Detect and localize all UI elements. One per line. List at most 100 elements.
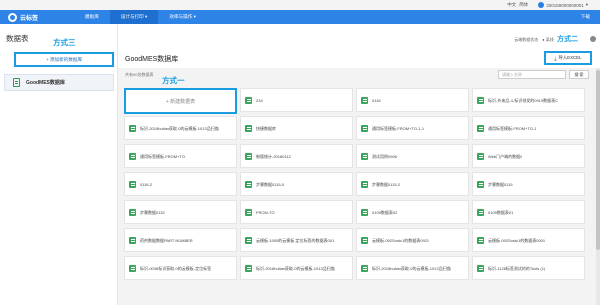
annotation-method-two: 方式二 <box>555 34 580 44</box>
table-tile[interactable]: 标识-2018hulian获取-0的云模板-1013品扫描 <box>356 256 469 280</box>
brand[interactable]: 云标签 <box>8 12 74 22</box>
table-icon <box>129 236 136 244</box>
main-navbar: 云标签 模板库 设计与打印 ▾ 效率与操作 ▾ 下载 <box>0 10 600 24</box>
table-tile[interactable]: 步骤数据0115-2 <box>356 172 469 196</box>
search-input[interactable]: 请输入名称 <box>498 70 566 79</box>
table-tile-label: 步骤数据0115 <box>488 181 513 187</box>
table-tile-label: 快捷数据库 <box>256 125 276 131</box>
language-alt[interactable]: 简体 <box>519 2 528 8</box>
table-tile-label: 通用标签模板-FROM+TO-1-1 <box>372 125 425 131</box>
table-tile[interactable]: 药剂数据数据PART NUMBER <box>124 228 237 252</box>
table-tile-label: 标识-外来品-4-标识领发的0919数据表C <box>488 97 559 103</box>
table-icon <box>245 264 252 272</box>
table-tile[interactable]: 0116 <box>356 88 469 112</box>
table-tile-label: 云模板-1900的云模板-定位标签的数据表001 <box>256 237 335 243</box>
user-id[interactable]: 330159000000001 <box>546 3 584 8</box>
table-icon <box>129 208 136 216</box>
table-tile-label: 步骤数据0115 <box>140 209 165 215</box>
table-tile-label: 步骤数据0115-0 <box>256 181 285 187</box>
import-excel-button[interactable]: ⤓ 导入EXCEL <box>544 51 592 65</box>
table-icon <box>245 96 252 104</box>
table-icon <box>245 180 252 188</box>
table-tile-label: 0116 <box>372 97 381 103</box>
new-table-button[interactable]: + 新建数据表 <box>124 88 237 114</box>
table-tile[interactable]: 0109数据表02 <box>356 200 469 224</box>
table-tile-label: 通用标签模板-FROM+TO-1 <box>488 125 537 131</box>
table-tile[interactable]: 234 <box>240 88 353 112</box>
user-menu[interactable]: 330159000000001 ▾ <box>538 2 588 8</box>
table-tile[interactable]: 通用标签模板-FROM+TO <box>124 144 237 168</box>
table-tile-label: 标识-2018hulian获取-0的云模板-1013品扫描 <box>140 125 219 131</box>
main-header: 云端数据状态 ● 离线 本 下载 开放 GoodMES数据库 方式二 ⤓ 导入E… <box>118 24 600 68</box>
table-tile[interactable]: 云模板-1900的云模板-定位标签的数据表001 <box>240 228 353 252</box>
table-tile[interactable]: FROM-TO <box>240 200 353 224</box>
table-tile[interactable]: 云模板-092Sostc1的数据表0001 <box>472 228 585 252</box>
table-icon <box>477 124 484 132</box>
table-icon <box>477 152 484 160</box>
table-tile[interactable]: 标识-外来品-4-标识领发的0919数据表C <box>472 88 585 112</box>
table-icon <box>477 236 484 244</box>
top-utility-bar: 中文 简体 330159000000001 ▾ <box>0 0 600 10</box>
brand-name: 云标签 <box>20 15 39 22</box>
nav-item-efficiency[interactable]: 效率与操作 ▾ <box>158 10 207 24</box>
table-icon <box>477 180 484 188</box>
table-tile-label: 0109数据表02 <box>372 209 398 215</box>
table-tile[interactable]: 通用标签模板-FROM+TO-1-1 <box>356 116 469 140</box>
page-title: GoodMES数据库 <box>125 56 179 63</box>
settings-icon[interactable] <box>590 36 596 42</box>
table-tile-label: 标识-2018hulian获取-0的云模板-1013品扫描 <box>256 265 335 271</box>
language-label[interactable]: 中文 <box>507 2 516 8</box>
sidebar-item-label: GoodMES数据库 <box>26 80 65 86</box>
table-tile[interactable]: 标识-1126标签测试的的Tools (1) <box>472 256 585 280</box>
database-icon <box>13 78 20 87</box>
nav-item-templates[interactable]: 模板库 <box>74 10 110 24</box>
table-icon <box>361 208 368 216</box>
language-switch[interactable]: 中文 简体 <box>507 2 528 8</box>
annotation-method-three: 方式三 <box>53 38 76 47</box>
download-link[interactable]: 下载 <box>581 14 590 20</box>
main-content: 云端数据状态 ● 离线 本 下载 开放 GoodMES数据库 方式二 ⤓ 导入E… <box>118 24 600 305</box>
table-tile-label: 云模板-092Sostc1的数据表0921 <box>372 237 430 243</box>
table-icon <box>129 152 136 160</box>
table-tile-label: 标识-0036标识获取-0的云模板-定位标签 <box>140 265 212 271</box>
table-tile-label: 0116-2 <box>140 181 153 187</box>
table-tile[interactable]: 0116-2 <box>124 172 237 196</box>
table-tile[interactable]: 步骤数据0115 <box>124 200 237 224</box>
table-icon <box>477 264 484 272</box>
table-tile-label: 234 <box>256 97 263 103</box>
table-tile[interactable]: Web门户端的数据0 <box>472 144 585 168</box>
table-tile[interactable]: 步骤数据0115-0 <box>240 172 353 196</box>
toggle-label: 云端数据状态 <box>514 37 539 42</box>
user-avatar-icon <box>538 2 545 8</box>
table-tile[interactable]: 快捷数据库 <box>240 116 353 140</box>
table-tile[interactable]: 0109数据表01 <box>472 200 585 224</box>
table-count: 共有50张数据表 <box>125 72 154 77</box>
table-tile[interactable]: 标识-0036标识获取-0的云模板-定位标签 <box>124 256 237 280</box>
table-tile-label: 制版统计-20180112 <box>256 153 291 159</box>
table-tile[interactable]: 测试用例0906 <box>356 144 469 168</box>
table-icon <box>245 152 252 160</box>
table-tile[interactable]: 通用标签模板-FROM+TO-1 <box>472 116 585 140</box>
brand-logo-icon <box>8 12 17 22</box>
table-tile[interactable]: 云模板-092Sostc1的数据表0921 <box>356 228 469 252</box>
sidebar-item-goodmes[interactable]: GoodMES数据库 <box>4 74 114 91</box>
table-icon <box>361 180 368 188</box>
scrollbar-thumb[interactable] <box>596 70 600 250</box>
table-icon <box>477 208 484 216</box>
table-tile[interactable]: 标识-2018hulian获取-0的云模板-1013品扫描 <box>240 256 353 280</box>
add-database-button[interactable]: + 添加新的数据库 <box>14 52 114 67</box>
table-tile-label: 通用标签模板-FROM+TO <box>140 153 185 159</box>
table-icon <box>129 124 136 132</box>
table-tile[interactable]: 标识-2018hulian获取-0的云模板-1013品扫描 <box>124 116 237 140</box>
table-tile-label: FROM-TO <box>256 209 275 215</box>
annotation-method-one: 方式一 <box>162 76 185 85</box>
table-icon <box>361 236 368 244</box>
table-tile[interactable]: 步骤数据0115 <box>472 172 585 196</box>
table-icon <box>361 124 368 132</box>
toggle-option-offline[interactable]: ● 离线 <box>542 37 554 43</box>
search-button[interactable]: 搜 索 <box>569 70 589 79</box>
table-tile[interactable]: 制版统计-20180112 <box>240 144 353 168</box>
nav-item-design-print[interactable]: 设计与打印 ▾ <box>109 10 159 24</box>
table-icon <box>477 96 484 104</box>
table-icon <box>245 208 252 216</box>
